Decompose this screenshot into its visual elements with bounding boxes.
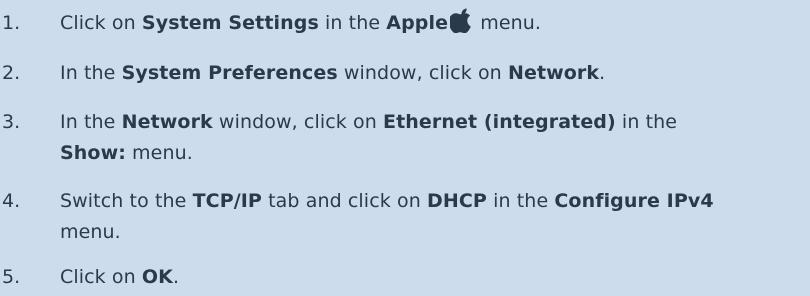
step-text-part: in the	[318, 12, 387, 34]
step-text-part: .	[173, 266, 180, 288]
step-keyword: Show:	[60, 142, 126, 164]
step-number: 5.	[2, 266, 21, 288]
step-text: Click on OK.	[60, 262, 802, 293]
step-keyword: Network	[507, 62, 600, 84]
step-text-part: In the	[60, 62, 122, 84]
step-text-part: In the	[60, 111, 122, 133]
step-keyword: DHCP	[427, 190, 487, 212]
step-text: Switch to the TCP/IP tab and click on DH…	[60, 186, 802, 248]
step-text-part: window, click on	[337, 62, 508, 84]
step-2: 2. In the System Preferences window, cli…	[0, 58, 810, 89]
step-text-part: in the	[486, 190, 555, 212]
step-4: 4. Switch to the TCP/IP tab and click on…	[0, 186, 810, 248]
step-text: In the System Preferences window, click …	[60, 58, 802, 89]
step-number: 1.	[2, 12, 21, 34]
step-number: 3.	[2, 111, 21, 133]
step-text-part: menu.	[474, 12, 542, 34]
step-text: In the Network window, click on Ethernet…	[60, 107, 802, 169]
step-3: 3. In the Network window, click on Ether…	[0, 107, 810, 169]
step-text-part: tab and click on	[261, 190, 427, 212]
step-keyword: OK	[141, 266, 173, 288]
step-text-part: menu.	[60, 221, 121, 243]
step-5: 5. Click on OK.	[0, 262, 810, 293]
step-keyword: Configure IPv4	[554, 190, 714, 212]
step-keyword: Network	[121, 111, 213, 133]
step-text-part: Click on	[60, 12, 142, 34]
step-text-part: menu.	[125, 142, 193, 164]
step-number: 4.	[2, 190, 21, 212]
step-1: 1. Click on System Settings in the Apple…	[0, 8, 810, 39]
step-text-part: Click on	[60, 266, 142, 288]
step-keyword: Apple	[386, 12, 449, 34]
step-text-part: window, click on	[212, 111, 383, 133]
apple-logo-icon	[450, 8, 471, 33]
step-keyword: TCP/IP	[192, 190, 262, 212]
step-text: Click on System Settings in the Apple me…	[60, 8, 802, 39]
step-text-part: .	[599, 62, 606, 84]
step-text-part: in the	[615, 111, 678, 133]
step-keyword: System Preferences	[121, 62, 338, 84]
step-number: 2.	[2, 62, 21, 84]
instruction-steps: 1. Click on System Settings in the Apple…	[0, 0, 810, 296]
step-text-part: Switch to the	[60, 190, 193, 212]
step-keyword: System Settings	[141, 12, 319, 34]
step-keyword: Ethernet (integrated)	[383, 111, 616, 133]
